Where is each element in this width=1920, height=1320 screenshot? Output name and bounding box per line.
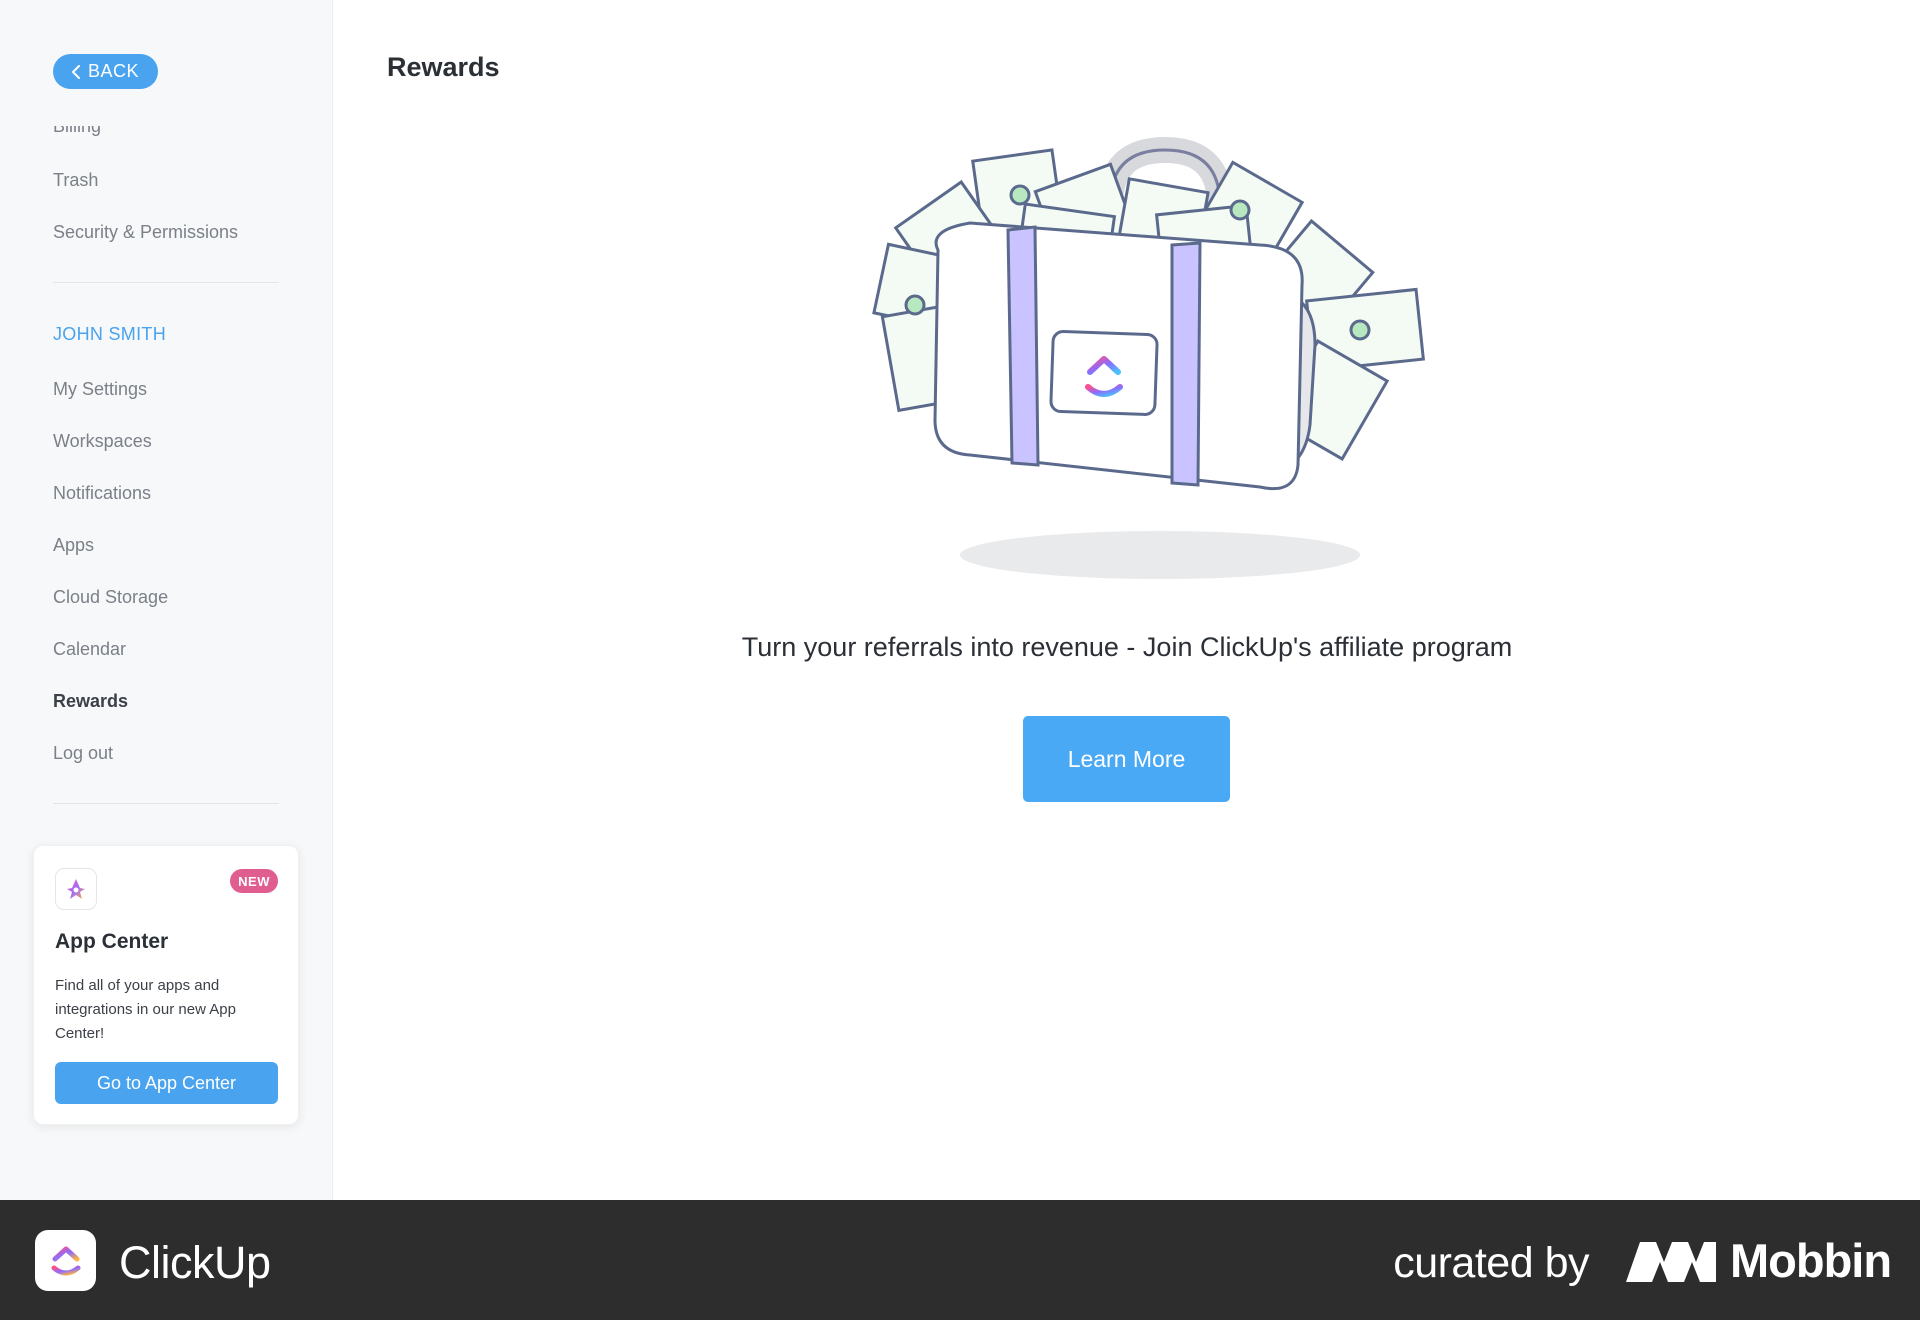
sidebar-item-security-permissions[interactable]: Security & Permissions — [53, 222, 238, 243]
mobbin-brand-name: Mobbin — [1730, 1234, 1892, 1287]
app-window: BACK Billing Trash Security & Permission… — [0, 0, 1920, 1200]
go-to-app-center-button[interactable]: Go to App Center — [55, 1062, 278, 1104]
mobbin-logo-icon — [1626, 1242, 1716, 1282]
chevron-left-icon — [72, 64, 80, 79]
rewards-page: Rewards Turn your referrals into revenue… — [334, 0, 1920, 1200]
sidebar-item-notifications[interactable]: Notifications — [53, 483, 151, 504]
sidebar-item-my-settings[interactable]: My Settings — [53, 379, 147, 400]
clickup-logo-icon — [51, 1246, 80, 1275]
learn-more-button[interactable]: Learn More — [1023, 716, 1230, 802]
sidebar-item-billing[interactable]: Billing — [53, 126, 101, 137]
sidebar-item-apps[interactable]: Apps — [53, 535, 94, 556]
page-title: Rewards — [387, 52, 500, 82]
curated-by-label: curated by — [1393, 1239, 1589, 1287]
footer-bar: ClickUp curated by Mobbin — [0, 1200, 1920, 1320]
back-button[interactable]: BACK — [53, 54, 159, 89]
sidebar-item-trash[interactable]: Trash — [53, 170, 98, 191]
app-center-description: Find all of your apps and integrations i… — [55, 977, 236, 1042]
sidebar-divider — [53, 803, 279, 804]
money-suitcase-illustration — [872, 136, 1426, 579]
clickup-brand-name: ClickUp — [119, 1237, 271, 1288]
settings-sidebar: BACK Billing Trash Security & Permission… — [0, 0, 333, 1200]
app-center-icon — [67, 879, 85, 899]
sidebar-item-cloud-storage[interactable]: Cloud Storage — [53, 587, 168, 608]
affiliate-headline: Turn your referrals into revenue - Join … — [741, 632, 1513, 662]
new-badge: NEW — [230, 869, 278, 893]
app-center-logo — [55, 868, 97, 910]
app-center-title: App Center — [55, 930, 169, 953]
sidebar-item-rewards[interactable]: Rewards — [53, 691, 128, 712]
sidebar-item-workspaces[interactable]: Workspaces — [53, 431, 152, 452]
sidebar-divider — [53, 282, 279, 283]
clickup-logo — [35, 1230, 96, 1291]
user-section-title: JOHN SMITH — [53, 324, 166, 344]
back-button-label: BACK — [88, 61, 140, 81]
sidebar-item-log-out[interactable]: Log out — [53, 743, 113, 764]
app-center-card: NEW App Center Find all of your apps and… — [33, 845, 299, 1125]
sidebar-item-calendar[interactable]: Calendar — [53, 639, 126, 660]
